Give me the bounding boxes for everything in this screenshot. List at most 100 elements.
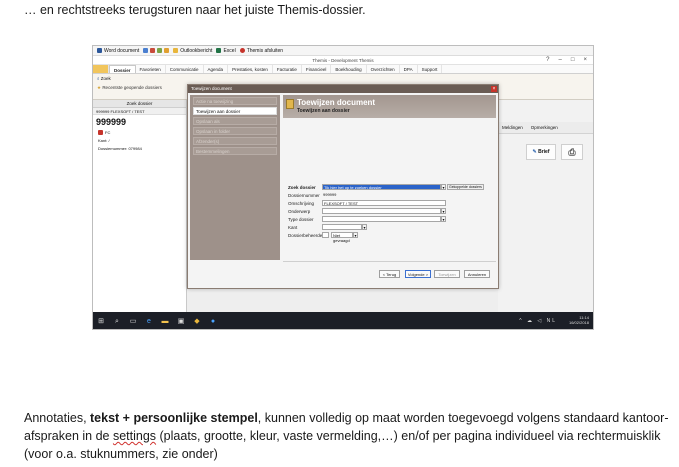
folder-icon[interactable] bbox=[164, 48, 170, 53]
tab-opmerkingen[interactable]: Opmerkingen bbox=[531, 125, 558, 130]
left-panel-row: Dossiernummer: 079984 bbox=[93, 146, 186, 151]
step-toewijzen[interactable]: Toewijzen aan dossier bbox=[193, 107, 277, 115]
close-circle-icon bbox=[239, 48, 245, 53]
dossierbeheerder-check[interactable] bbox=[322, 232, 329, 238]
themis-afsluiten-label: Themis afsluiten bbox=[246, 47, 284, 54]
toewijzen-dialog: Toewijzen document × Actie na toewijzing… bbox=[187, 84, 499, 289]
left-panel-row: Kant: / bbox=[93, 138, 186, 143]
close-window-button[interactable]: × bbox=[583, 56, 587, 65]
taskbar: ⊞ ⌕ ▭ e ▬ ▣ ◆ ● ^ ☁ ◁ NL 11:14 16/02/201… bbox=[93, 312, 593, 329]
omschrijving-input[interactable]: FLEXSOFT / TEST bbox=[322, 200, 446, 206]
toolbar-icons bbox=[143, 48, 170, 53]
right-panel: Meldingen Opmerkingen ✎ Brief ⎙ bbox=[498, 100, 593, 312]
step-opslaan-folder[interactable]: Opslaan in folder bbox=[193, 127, 277, 135]
maximize-button[interactable]: □ bbox=[571, 56, 575, 65]
onderwerp-select[interactable] bbox=[322, 208, 441, 214]
brief-button[interactable]: ✎ Brief bbox=[526, 144, 556, 160]
zoek-dossier-dropdown[interactable]: ▾ bbox=[441, 184, 446, 190]
terug-button[interactable]: < Terug bbox=[379, 270, 400, 278]
print-button[interactable]: ⎙ bbox=[561, 144, 583, 160]
save-icon[interactable] bbox=[143, 48, 149, 53]
brief-label: Brief bbox=[538, 149, 550, 155]
star-icon: ★ bbox=[97, 85, 102, 90]
para-settings-word: settings bbox=[112, 429, 157, 443]
search-icon[interactable]: ⌕ bbox=[113, 318, 121, 326]
print-icon[interactable] bbox=[150, 48, 156, 53]
active-app-icon[interactable]: ● bbox=[209, 318, 217, 326]
dossiernummer-label: Dossiernummer bbox=[288, 193, 320, 198]
clock[interactable]: 11:14 16/02/2018 bbox=[569, 315, 589, 325]
screenshot-frame: Word document Outlookbericht Excel Themi… bbox=[92, 45, 594, 330]
file-explorer-icon[interactable]: ▬ bbox=[161, 318, 169, 326]
windows-start-icon[interactable]: ⊞ bbox=[97, 318, 105, 326]
outlookbericht-label: Outlookbericht bbox=[180, 47, 213, 54]
toewijzen-button[interactable]: Toewijzen bbox=[434, 270, 460, 278]
tab-agenda[interactable]: Agenda bbox=[204, 65, 229, 73]
system-tray-icons[interactable]: ^ ☁ ◁ NL bbox=[519, 318, 557, 324]
onderwerp-dropdown[interactable]: ▾ bbox=[441, 208, 446, 214]
excel-button[interactable]: Excel bbox=[216, 47, 236, 54]
pen-icon: ✎ bbox=[532, 149, 537, 155]
tab-communicatie[interactable]: Communicatie bbox=[166, 65, 204, 73]
dossierbeheerder-label: Dossierbeheerder bbox=[288, 233, 324, 238]
tab-support[interactable]: Support bbox=[418, 65, 443, 73]
ribbon-zoek[interactable]: ⌕ Zoek bbox=[97, 76, 111, 81]
zoek-dossier-input[interactable]: Tik hier het op te zoeken dossier bbox=[322, 184, 441, 190]
tab-overzichten[interactable]: Overzichten bbox=[367, 65, 400, 73]
dialog-close-button[interactable]: × bbox=[491, 86, 497, 92]
volgende-button[interactable]: Volgende > bbox=[405, 270, 431, 278]
tab-facturatie[interactable]: Facturatie bbox=[273, 65, 302, 73]
home-tab[interactable] bbox=[93, 65, 109, 73]
excel-icon bbox=[216, 48, 222, 53]
search-icon: ⌕ bbox=[97, 76, 100, 81]
dialog-title: Toewijzen document bbox=[188, 85, 498, 93]
para-text-1: Annotaties, bbox=[24, 411, 91, 425]
gekoppelde-dossiers-button[interactable]: Gekoppelde dossiers bbox=[447, 184, 484, 190]
dossiernummer-value: 999999 bbox=[323, 192, 337, 197]
step-bestemmelingen[interactable]: Bestemmelingen bbox=[193, 147, 277, 155]
left-panel-file[interactable]: 999999 FLEXSOFT / TEST bbox=[93, 108, 186, 115]
outlookbericht-button[interactable]: Outlookbericht bbox=[173, 48, 212, 54]
dossierbeheerder-dropdown[interactable]: ▾ bbox=[353, 232, 358, 238]
step-afzenders[interactable]: Afzender(s) bbox=[193, 137, 277, 145]
omschrijving-label: Omschrijving bbox=[288, 201, 315, 206]
edge-icon[interactable]: e bbox=[145, 318, 153, 326]
help-button[interactable]: ? bbox=[546, 56, 549, 65]
left-panel-row-text: FC bbox=[105, 130, 111, 135]
document-icon bbox=[286, 99, 294, 109]
themis-afsluiten-button[interactable]: Themis afsluiten bbox=[239, 47, 284, 54]
kant-label: Kant bbox=[288, 225, 298, 230]
word-document-button[interactable]: Word document bbox=[97, 48, 139, 54]
step-actie[interactable]: Actie na toewijzing bbox=[193, 97, 277, 105]
onderwerp-label: Onderwerp bbox=[288, 209, 311, 214]
themis-icon[interactable]: ◆ bbox=[193, 318, 201, 326]
type-dossier-select[interactable] bbox=[322, 216, 441, 222]
type-dossier-label: Type dossier bbox=[288, 217, 314, 222]
outlook-icon bbox=[173, 48, 179, 53]
kant-select[interactable] bbox=[322, 224, 362, 230]
kant-dropdown[interactable]: ▾ bbox=[362, 224, 367, 230]
task-view-icon[interactable]: ▭ bbox=[129, 318, 137, 326]
refresh-icon[interactable] bbox=[157, 48, 163, 53]
tab-meldingen[interactable]: Meldingen bbox=[502, 125, 523, 130]
flag-icon bbox=[98, 130, 103, 135]
dossierbeheerder-select[interactable]: Niet gevraagd bbox=[331, 232, 353, 243]
store-icon[interactable]: ▣ bbox=[177, 318, 185, 326]
tab-favorieten[interactable]: Favorieten bbox=[136, 65, 166, 73]
step-opslaan-als[interactable]: Opslaan als bbox=[193, 117, 277, 125]
window-controls: ? – □ × bbox=[546, 56, 587, 65]
annuleren-button[interactable]: Annuleren bbox=[464, 270, 490, 278]
excel-label: Excel bbox=[223, 47, 236, 54]
type-dossier-dropdown[interactable]: ▾ bbox=[441, 216, 446, 222]
printer-icon: ⎙ bbox=[568, 146, 576, 157]
tab-financieel[interactable]: Financieel bbox=[302, 65, 332, 73]
tab-dpa[interactable]: DPA bbox=[400, 65, 418, 73]
right-panel-tabs: Meldingen Opmerkingen bbox=[498, 122, 593, 134]
tab-boekhouding[interactable]: Boekhouding bbox=[331, 65, 367, 73]
tab-prestaties[interactable]: Prestaties, kosten bbox=[228, 65, 273, 73]
ribbon-recent[interactable]: ★ Recentste geopende dossiers bbox=[97, 85, 162, 91]
left-panel-row: FC bbox=[93, 130, 186, 135]
minimize-button[interactable]: – bbox=[559, 56, 562, 65]
left-panel-row-text: Kant: / bbox=[98, 138, 110, 143]
tab-dossier[interactable]: Dossier bbox=[109, 65, 136, 73]
